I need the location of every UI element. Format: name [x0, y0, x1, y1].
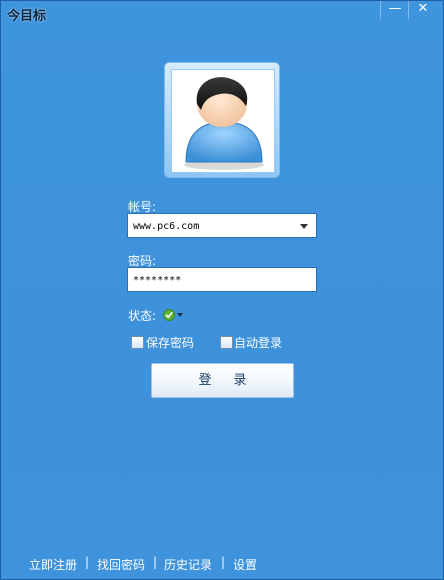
- status-selector[interactable]: [163, 307, 189, 321]
- settings-link[interactable]: 设置: [233, 556, 257, 573]
- auto-login-label[interactable]: 自动登录: [234, 334, 282, 351]
- dropdown-arrow-icon[interactable]: [300, 224, 308, 229]
- history-link[interactable]: 历史记录: [164, 556, 212, 573]
- footer-links: 立即注册 | 找回密码 | 历史记录 | 设置: [1, 555, 443, 574]
- separator: |: [153, 555, 158, 569]
- status-label: 状态:: [128, 309, 157, 323]
- save-password-checkbox[interactable]: [131, 336, 144, 349]
- user-avatar-icon: [184, 77, 264, 170]
- account-value: www.pc6.com: [133, 221, 200, 232]
- title-bar: 今目标 — ✕: [1, 1, 443, 25]
- close-button[interactable]: ✕: [408, 1, 437, 19]
- save-password-label[interactable]: 保存密码: [146, 334, 194, 351]
- login-button[interactable]: 登录: [151, 363, 294, 398]
- login-window: 今目标 — ✕ 帐号: www.pc6.com 密码: ******** 状态:…: [0, 0, 444, 580]
- auto-login-checkbox[interactable]: [220, 336, 233, 349]
- recover-password-link[interactable]: 找回密码: [97, 556, 145, 573]
- minimize-button[interactable]: —: [380, 1, 409, 19]
- account-input[interactable]: www.pc6.com: [127, 213, 317, 238]
- password-input[interactable]: ********: [127, 267, 317, 292]
- online-check-icon: [163, 309, 183, 321]
- register-link[interactable]: 立即注册: [29, 556, 77, 573]
- avatar-frame[interactable]: [165, 63, 279, 177]
- window-title: 今目标: [7, 9, 47, 24]
- separator: |: [221, 555, 226, 569]
- avatar: [171, 69, 275, 173]
- password-value: ********: [133, 275, 182, 286]
- separator: |: [85, 555, 90, 569]
